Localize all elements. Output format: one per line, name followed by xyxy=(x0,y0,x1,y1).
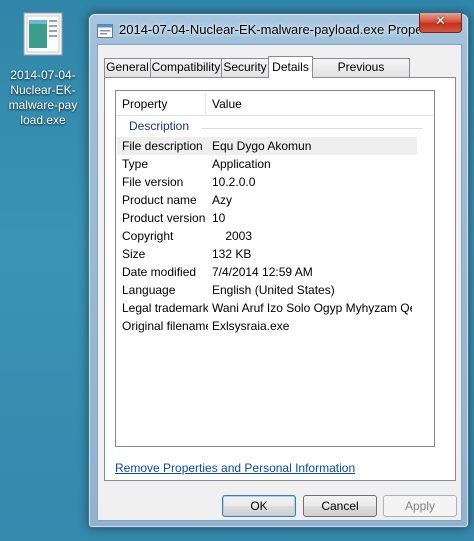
tab-security[interactable]: Security xyxy=(221,58,269,77)
remove-properties-link[interactable]: Remove Properties and Personal Informati… xyxy=(115,461,355,475)
desktop-file-icon[interactable]: 2014-07-04- Nuclear-EK- malware-pay load… xyxy=(2,12,84,128)
row-value: Equ Dygo Akomun xyxy=(212,139,312,153)
row-key: Product name xyxy=(122,193,197,207)
row-value: 132 KB xyxy=(212,247,252,261)
tab-details[interactable]: Details xyxy=(268,56,313,78)
app-icon xyxy=(97,23,113,39)
close-button[interactable]: ✕ xyxy=(419,13,462,33)
row-key: Language xyxy=(122,283,176,297)
desktop-label-line: Nuclear-EK- xyxy=(10,83,76,97)
file-icon xyxy=(23,12,63,56)
desktop-label-line: 2014-07-04- xyxy=(10,68,76,82)
apply-button[interactable]: Apply xyxy=(383,495,457,517)
table-row[interactable]: Date modified 7/4/2014 12:59 AM xyxy=(117,263,417,281)
group-description-title[interactable]: Description xyxy=(129,119,189,133)
desktop-label-line: load.exe xyxy=(20,113,66,127)
row-value: Wani Aruf Izo Solo Ogyp Myhyzam Qej... xyxy=(212,301,412,315)
row-value: English (United States) xyxy=(212,283,335,297)
row-value: Azy xyxy=(212,193,233,207)
table-row[interactable]: Size 132 KB xyxy=(117,245,417,263)
row-value: 7/4/2014 12:59 AM xyxy=(212,265,313,279)
row-value: 2003 xyxy=(212,229,253,243)
ok-button[interactable]: OK xyxy=(222,495,296,517)
row-value: Exlsysraia.exe xyxy=(212,319,290,333)
row-key: Copyright xyxy=(122,229,174,243)
table-row[interactable]: File description Equ Dygo Akomun xyxy=(117,137,417,155)
dialog-client-area: General Compatibility Security Details P… xyxy=(97,44,462,521)
tab-previous-versions[interactable]: Previous Versions xyxy=(312,58,410,91)
details-list[interactable]: Property Value Description File descript… xyxy=(115,90,435,447)
table-row[interactable]: Type Application xyxy=(117,155,417,173)
row-key: Legal trademarks xyxy=(122,301,208,315)
table-row[interactable]: Language English (United States) xyxy=(117,281,417,299)
properties-window: 2014-07-04-Nuclear-EK-malware-payload.ex… xyxy=(88,13,469,528)
details-panel: Property Value Description File descript… xyxy=(104,77,456,481)
cancel-button[interactable]: Cancel xyxy=(303,495,377,517)
row-key: File version xyxy=(122,175,184,189)
list-header: Property Value xyxy=(116,91,434,116)
row-key: Size xyxy=(122,247,146,261)
column-header-value[interactable]: Value xyxy=(212,97,242,111)
table-row[interactable]: Original filename Exlsysraia.exe xyxy=(117,317,417,335)
close-icon: ✕ xyxy=(435,14,446,29)
column-header-property[interactable]: Property xyxy=(122,97,167,111)
row-value: 10 xyxy=(212,211,226,225)
row-key: Type xyxy=(122,157,149,171)
table-row[interactable]: File version 10.2.0.0 xyxy=(117,173,417,191)
table-row[interactable]: Legal trademarks Wani Aruf Izo Solo Ogyp… xyxy=(117,299,417,317)
row-key: Date modified xyxy=(122,265,197,279)
row-key: Product version xyxy=(122,211,206,225)
table-row[interactable]: Copyright 2003 xyxy=(117,227,417,245)
table-row[interactable]: Product version 10 xyxy=(117,209,417,227)
row-value: 10.2.0.0 xyxy=(212,175,256,189)
desktop-file-label: 2014-07-04- Nuclear-EK- malware-pay load… xyxy=(2,68,84,128)
row-key: Original filename xyxy=(122,319,208,333)
tab-compatibility[interactable]: Compatibility xyxy=(150,58,222,77)
property-rows: File description Equ Dygo Akomun Type Ap… xyxy=(117,137,417,335)
group-divider xyxy=(202,128,422,129)
desktop-label-line: malware-pay xyxy=(8,98,78,112)
row-key: File description xyxy=(122,139,203,153)
table-row[interactable]: Product name Azy xyxy=(117,191,417,209)
title-bar[interactable]: 2014-07-04-Nuclear-EK-malware-payload.ex… xyxy=(89,13,468,44)
row-value: Application xyxy=(212,157,271,171)
window-title: 2014-07-04-Nuclear-EK-malware-payload.ex… xyxy=(119,22,419,37)
tab-general[interactable]: General xyxy=(104,58,151,77)
column-divider[interactable] xyxy=(205,93,206,114)
